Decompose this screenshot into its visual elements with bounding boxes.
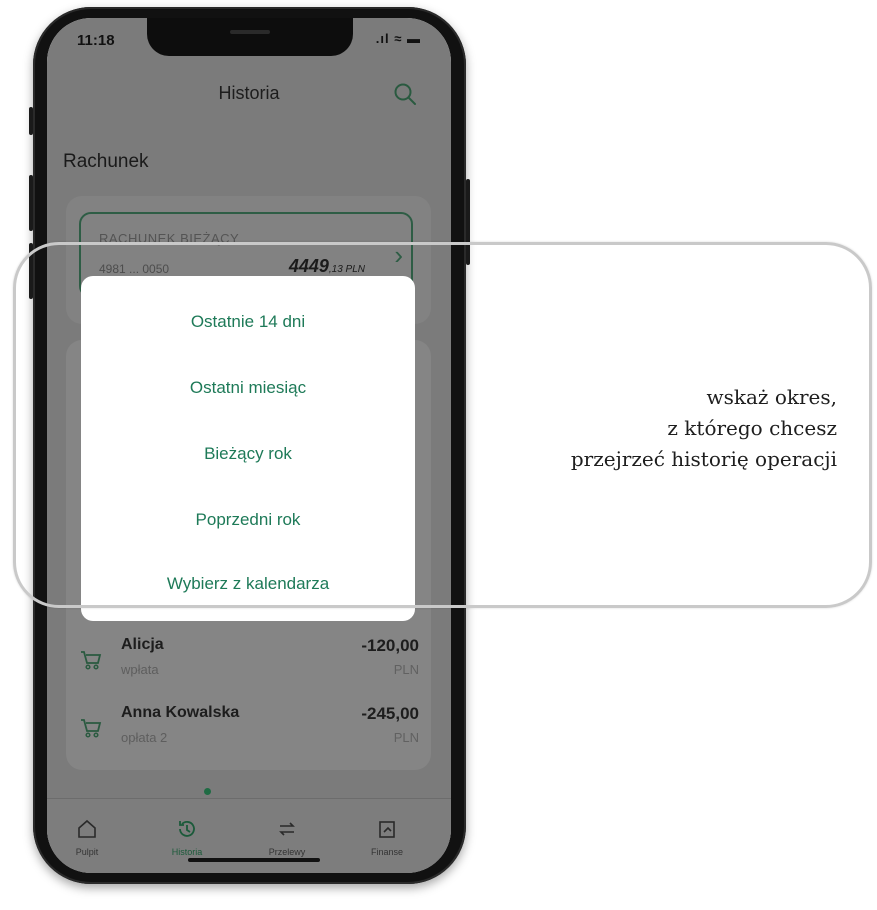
tab-pulpit[interactable]: Pulpit [47,817,127,857]
mute-switch [29,107,33,135]
tab-label: Historia [171,847,203,857]
search-icon[interactable] [392,81,418,107]
transfer-icon [279,822,295,836]
notch [147,18,353,56]
tab-label: Pulpit [75,847,99,857]
transaction-name: Anna Kowalska [121,704,240,721]
home-icon [78,819,96,838]
cart-icon [81,719,102,738]
transaction-description: opłata 2 [121,730,168,745]
home-indicator [188,858,320,862]
volume-up-button [29,175,33,231]
instruction-caption: wskaż okres, z którego chcesz przejrzeć … [571,382,837,475]
tab-przelewy[interactable]: Przelewy [247,817,327,857]
transaction-row[interactable]: Alicja wpłata -120,00 PLN [79,636,419,696]
transaction-name: Alicja [121,636,164,653]
caption-line: z którego chcesz [667,416,837,440]
active-tab-indicator [204,788,211,795]
cart-icon [81,651,102,670]
transaction-amount: -245,00 [361,704,419,723]
caption-line: przejrzeć historię operacji [570,447,837,471]
tab-label: Finanse [370,847,404,857]
page-title: Historia [218,83,280,103]
caption-line: wskaż okres, [706,385,838,409]
status-time: 11:18 [77,32,115,49]
transaction-currency: PLN [393,662,419,677]
transaction-row[interactable]: Anna Kowalska opłata 2 -245,00 PLN [79,704,419,764]
tab-finanse[interactable]: Finanse [347,817,427,857]
finance-icon [379,821,395,838]
tab-label: Przelewy [268,847,306,857]
history-icon [179,821,195,837]
tab-historia[interactable]: Historia [147,817,227,857]
section-label: Rachunek [63,151,149,172]
transaction-currency: PLN [393,730,419,745]
status-icons: .ıl ≈ ▬ [375,31,421,46]
transaction-amount: -120,00 [361,636,419,655]
transaction-description: wpłata [121,662,159,677]
